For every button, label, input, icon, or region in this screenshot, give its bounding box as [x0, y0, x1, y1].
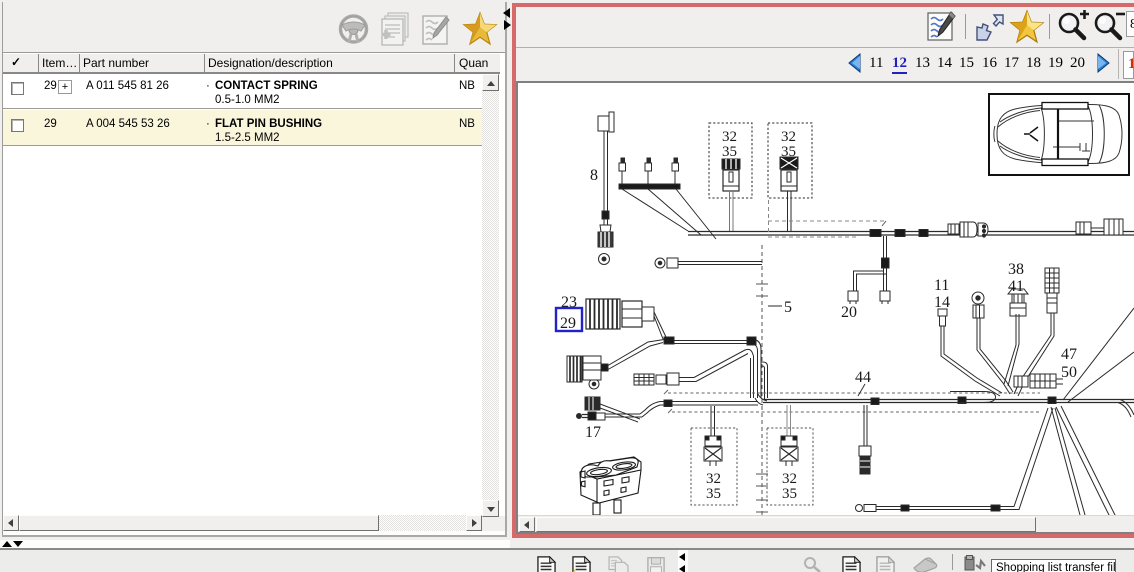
svg-text:14: 14 [934, 294, 950, 311]
svg-text:32: 32 [706, 471, 721, 487]
svg-text:32: 32 [782, 471, 797, 487]
svg-text:35: 35 [782, 486, 797, 502]
svg-text:44: 44 [855, 369, 871, 386]
svg-text:35: 35 [781, 144, 796, 160]
svg-text:38: 38 [1008, 261, 1024, 278]
svg-text:32: 32 [781, 129, 796, 145]
svg-text:47: 47 [1061, 346, 1077, 363]
svg-text:35: 35 [722, 144, 737, 160]
svg-text:35: 35 [706, 486, 721, 502]
svg-text:29: 29 [560, 315, 576, 332]
svg-text:32: 32 [722, 129, 737, 145]
svg-text:8: 8 [590, 167, 598, 184]
svg-text:20: 20 [841, 304, 857, 321]
svg-text:11: 11 [934, 277, 949, 294]
svg-text:17: 17 [585, 424, 601, 441]
svg-text:41: 41 [1008, 278, 1024, 295]
svg-text:5: 5 [784, 299, 792, 316]
svg-text:50: 50 [1061, 364, 1077, 381]
